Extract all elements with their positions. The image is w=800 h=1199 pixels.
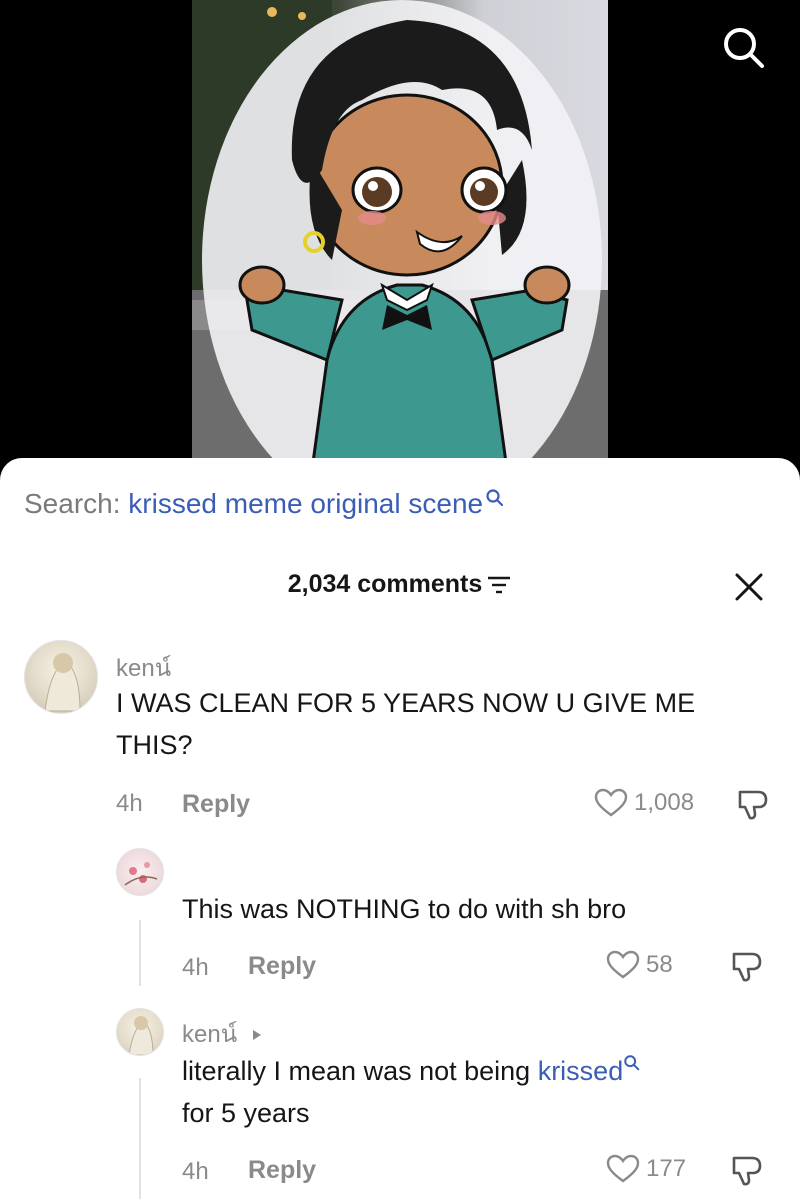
thread-line	[139, 920, 141, 986]
search-icon[interactable]	[720, 24, 768, 72]
like-button[interactable]: 1,008	[594, 788, 694, 818]
keyword-search-link[interactable]: krissed	[538, 1056, 624, 1086]
comments-sheet: Search: krissed meme original scene 2,03…	[0, 458, 800, 1199]
heart-icon[interactable]	[606, 1154, 640, 1184]
dislike-icon[interactable]	[730, 950, 764, 984]
like-button[interactable]: 58	[606, 950, 673, 980]
avatar[interactable]	[116, 848, 164, 896]
like-count: 1,008	[634, 789, 695, 816]
dislike-icon[interactable]	[730, 1154, 764, 1188]
search-prefix: Search:	[24, 488, 121, 519]
play-triangle-icon	[252, 1030, 261, 1040]
search-icon	[486, 489, 504, 507]
like-button[interactable]: 177	[606, 1154, 686, 1184]
avatar[interactable]	[116, 1008, 164, 1056]
reply-time: 4h	[182, 1158, 209, 1185]
search-term-link[interactable]: krissed meme original scene	[128, 488, 483, 519]
like-count: 177	[646, 1155, 687, 1182]
reply-text: This was NOTHING to do with sh bro	[182, 894, 627, 924]
comment-time: 4h	[116, 790, 143, 817]
like-count: 58	[646, 951, 673, 978]
search-icon	[624, 1055, 640, 1071]
reply-text: literally I mean was not being krissed f…	[182, 1050, 772, 1134]
close-icon[interactable]	[734, 572, 764, 602]
comment-text: I WAS CLEAN FOR 5 YEARS NOW U GIVE ME TH…	[116, 688, 696, 760]
reply-button[interactable]: Reply	[248, 1156, 316, 1185]
heart-icon[interactable]	[606, 950, 640, 980]
related-search[interactable]: Search: krissed meme original scene	[24, 488, 505, 520]
avatar[interactable]	[24, 640, 98, 714]
reply-time: 4h	[182, 954, 209, 981]
video-player[interactable]	[0, 0, 800, 470]
heart-icon[interactable]	[594, 788, 628, 818]
thread-line	[139, 1078, 141, 1199]
dislike-icon[interactable]	[736, 788, 770, 822]
reply-button[interactable]: Reply	[248, 952, 316, 981]
reply-username[interactable]: kenน์	[182, 1014, 264, 1053]
video-thumbnail	[192, 0, 608, 470]
reply-button[interactable]: Reply	[182, 790, 250, 819]
comments-count: 2,034 comments	[287, 570, 483, 598]
comments-count-header[interactable]: 2,034 comments	[0, 570, 800, 599]
sort-icon[interactable]	[486, 574, 512, 596]
gacha-character-image	[192, 0, 608, 470]
